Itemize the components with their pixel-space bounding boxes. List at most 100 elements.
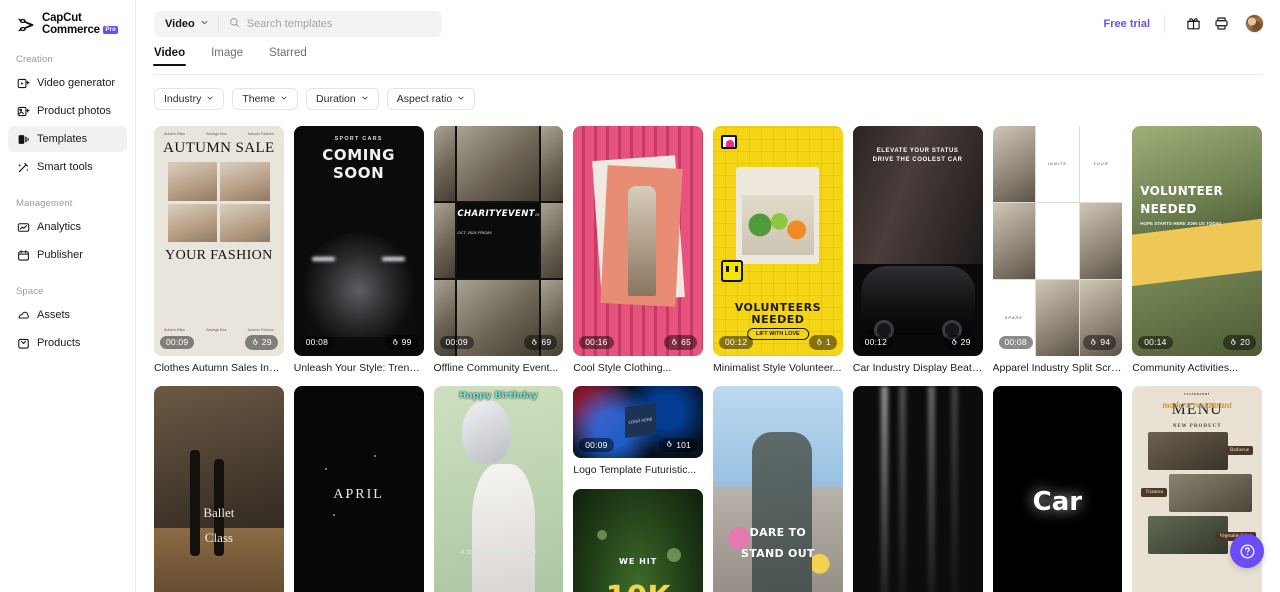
help-button[interactable]	[1230, 534, 1264, 568]
chevron-down-icon	[280, 93, 288, 105]
brand-name-line2: Commerce	[42, 25, 100, 37]
template-title: Unleash Your Style: Trendy...	[294, 362, 424, 375]
tab-video[interactable]: Video	[154, 47, 185, 66]
search-input[interactable]: Search templates	[219, 15, 442, 33]
chevron-down-icon	[457, 93, 465, 105]
template-grid-scroll[interactable]: Autumn BlissSavings KissAutumn Fashion A…	[136, 126, 1280, 592]
template-thumbnail[interactable]: SPORT CARS COMING SOON 00:08 99	[294, 126, 424, 356]
filter-aspect-ratio[interactable]: Aspect ratio	[387, 88, 475, 110]
sidebar-item-analytics[interactable]: Analytics	[8, 214, 127, 240]
sidebar-item-video-generator[interactable]: Video generator	[8, 70, 127, 96]
sidebar-item-smart-tools[interactable]: Smart tools	[8, 154, 127, 180]
filter-duration[interactable]: Duration	[306, 88, 379, 110]
template-title: Clothes Autumn Sales Ins Style	[154, 362, 284, 375]
template-thumbnail[interactable]: DARE TOSTAND OUT 00:13 189	[713, 386, 843, 592]
topbar-divider	[1164, 15, 1165, 33]
template-card[interactable]: VOLUNTEER NEEDED HOPE STARTS HERE JOIN U…	[1132, 126, 1262, 375]
templates-icon	[16, 132, 30, 146]
sidebar-item-products[interactable]: Products	[8, 330, 127, 356]
sidebar-item-label: Assets	[37, 309, 70, 321]
sidebar-item-publisher[interactable]: Publisher	[8, 242, 127, 268]
template-card[interactable]: Happy BirthdayA DAY ALL ABOUT YOU 00:10 …	[434, 386, 564, 592]
app-root: CapCut Commerce Pro Creation Video gener…	[0, 0, 1280, 592]
assets-icon	[16, 308, 30, 322]
template-thumbnail[interactable]: CHARITYEVENT25 OCT. 2026 FRIDAY 00:09 69	[434, 126, 564, 356]
template-card[interactable]: Autumn BlissSavings KissAutumn Fashion A…	[154, 126, 284, 375]
template-thumbnail[interactable]: BalletClass 00:08 16	[154, 386, 284, 592]
tabs: Video Image Starred	[136, 47, 1280, 74]
template-card[interactable]: CHARITYEVENT25 OCT. 2026 FRIDAY 00:09 69…	[434, 126, 564, 375]
template-thumbnail[interactable]: APRIL 00:14 228	[294, 386, 424, 592]
pro-badge: Pro	[103, 26, 119, 34]
template-card[interactable]: ELEVATE YOUR STATUSDRIVE THE COOLEST CAR…	[853, 126, 983, 375]
search-icon	[229, 15, 240, 33]
tab-starred[interactable]: Starred	[269, 47, 307, 66]
chevron-down-icon	[361, 93, 369, 105]
filter-bar: Industry Theme Duration Aspect ratio	[136, 75, 1280, 121]
template-card[interactable]: SPORT CARS COMING SOON 00:08 99 Unleash …	[294, 126, 424, 375]
template-thumbnail[interactable]: LOGO HERE 00:09 101	[573, 386, 703, 459]
template-thumbnail[interactable]: 00:16 65	[573, 126, 703, 356]
template-card[interactable]: VOLUNTEERSNEEDED LIFT WITH LOVE 00:12 1 …	[713, 126, 843, 375]
template-card[interactable]: 00:16 65 Cool Style Clothing...	[573, 126, 703, 375]
avatar[interactable]	[1245, 14, 1264, 33]
chevron-down-icon	[206, 93, 214, 105]
template-thumbnail[interactable]: ELEVATE YOUR STATUSDRIVE THE COOLEST CAR…	[853, 126, 983, 356]
search-scope-dropdown[interactable]: Video	[154, 11, 218, 37]
chevron-down-icon	[200, 18, 209, 30]
filter-theme[interactable]: Theme	[232, 88, 298, 110]
template-title: Car Industry Display Beating...	[853, 362, 983, 375]
sidebar-section-creation-title: Creation	[8, 54, 127, 65]
sidebar: CapCut Commerce Pro Creation Video gener…	[0, 0, 136, 592]
tab-image[interactable]: Image	[211, 47, 243, 66]
brand-logo[interactable]: CapCut Commerce Pro	[8, 0, 127, 36]
sidebar-item-label: Product photos	[37, 105, 111, 117]
template-card[interactable]: APRIL 00:14 228 Clothing & Vintage Moder…	[294, 386, 424, 592]
template-title: Apparel Industry Split Screen...	[993, 362, 1123, 375]
template-card[interactable]: DARE TOSTAND OUT 00:13 189 Strong Visual…	[713, 386, 843, 592]
search-placeholder: Search templates	[247, 18, 333, 30]
products-icon	[16, 336, 30, 350]
template-thumbnail[interactable]: Happy BirthdayA DAY ALL ABOUT YOU 00:10 …	[434, 386, 564, 592]
sidebar-section-management-title: Management	[8, 198, 127, 209]
template-grid: Autumn BlissSavings KissAutumn Fashion A…	[136, 126, 1280, 592]
filter-label: Duration	[316, 93, 356, 105]
sidebar-item-assets[interactable]: Assets	[8, 302, 127, 328]
sidebar-item-label: Analytics	[37, 221, 81, 233]
filter-industry[interactable]: Industry	[154, 88, 224, 110]
template-card[interactable]: 00:09 1.4K Experience Innovation with...	[853, 386, 983, 592]
brand-name-line1: CapCut	[42, 13, 118, 25]
sidebar-item-product-photos[interactable]: Product photos	[8, 98, 127, 124]
template-card[interactable]: LOGO HERE 00:09 101 Logo Template Futuri…	[573, 386, 703, 478]
gift-icon[interactable]	[1179, 10, 1207, 38]
template-card[interactable]: BalletClass 00:08 16 Elegant style balle…	[154, 386, 284, 592]
product-photos-icon	[16, 104, 30, 118]
sidebar-item-label: Smart tools	[37, 161, 93, 173]
template-thumbnail[interactable]: Autumn BlissSavings KissAutumn Fashion A…	[154, 126, 284, 356]
sidebar-item-label: Video generator	[37, 77, 115, 89]
sidebar-item-templates[interactable]: Templates	[8, 126, 127, 152]
template-thumbnail[interactable]: VOLUNTEERSNEEDED LIFT WITH LOVE 00:12 1	[713, 126, 843, 356]
template-card[interactable]: Car 00:09 1.3K Unleash Your Style: Trend…	[993, 386, 1123, 592]
topbar-actions: Free trial	[1104, 10, 1264, 38]
topbar: Video Search templates Free trial	[136, 0, 1280, 47]
template-card[interactable]: WE HIT10KFOLLOWERS	[573, 489, 703, 592]
capcut-logo-icon	[16, 15, 36, 35]
template-thumbnail[interactable]: WE HIT10KFOLLOWERS	[573, 489, 703, 592]
sidebar-item-label: Products	[37, 337, 80, 349]
smart-tools-icon	[16, 160, 30, 174]
search-bar[interactable]: Video Search templates	[154, 11, 442, 37]
template-title: Minimalist Style Volunteer...	[713, 362, 843, 375]
template-thumbnail[interactable]: 00:09 1.4K	[853, 386, 983, 592]
analytics-icon	[16, 220, 30, 234]
template-thumbnail[interactable]: IGNITEYOUR SPARK 00:08 94	[993, 126, 1123, 356]
template-thumbnail[interactable]: Car 00:09 1.3K	[993, 386, 1123, 592]
template-card[interactable]: IGNITEYOUR SPARK 00:08 94 Apparel Indust…	[993, 126, 1123, 375]
sidebar-item-label: Templates	[37, 133, 87, 145]
printer-icon[interactable]	[1207, 10, 1235, 38]
template-thumbnail[interactable]: VOLUNTEER NEEDED HOPE STARTS HERE JOIN U…	[1132, 126, 1262, 356]
filter-label: Aspect ratio	[397, 93, 452, 105]
free-trial-button[interactable]: Free trial	[1104, 18, 1164, 30]
filter-label: Industry	[164, 93, 201, 105]
template-title: Offline Community Event...	[434, 362, 564, 375]
